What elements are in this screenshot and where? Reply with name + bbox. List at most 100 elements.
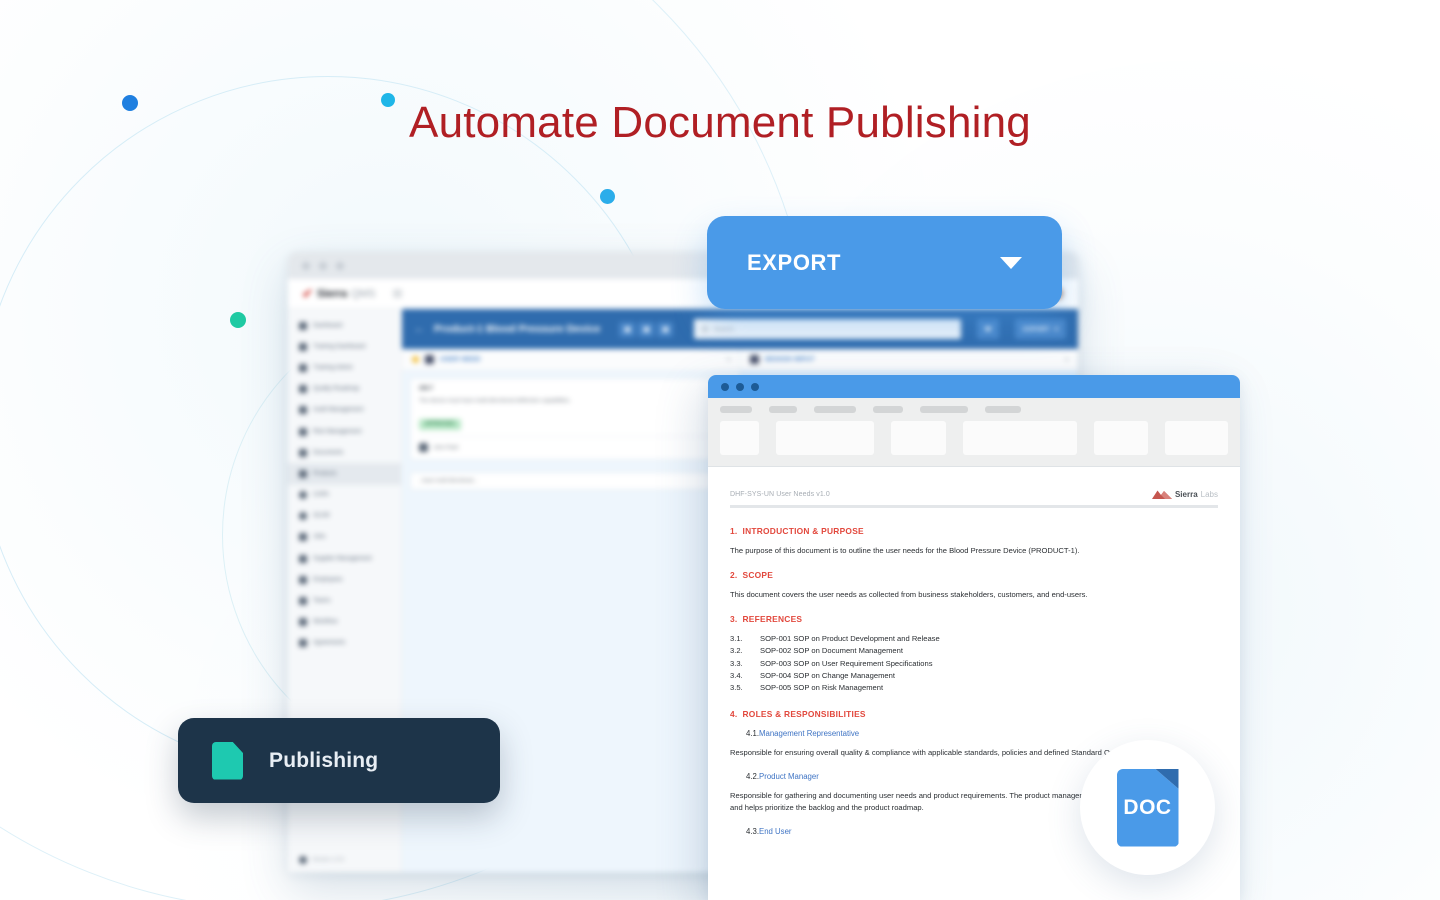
view-mode-toggle[interactable] bbox=[619, 321, 674, 337]
column-headers: USER NEED + DESIGN INPUT + bbox=[402, 349, 1078, 371]
ribbon-group[interactable] bbox=[720, 421, 760, 455]
reference-row: 3.3. SOP-003 SOP on User Requirement Spec… bbox=[730, 658, 1218, 670]
sidebar-item-scar[interactable]: SCAR bbox=[288, 506, 401, 527]
card-text: The device must have multi-directional d… bbox=[419, 398, 571, 404]
chevron-down-icon: ▾ bbox=[1054, 326, 1058, 333]
reference-row: 3.4. SOP-004 SOP on Change Management bbox=[730, 670, 1218, 682]
sidebar-item-risk-management[interactable]: Risk Management bbox=[288, 421, 401, 442]
back-arrow-icon[interactable]: ← bbox=[414, 323, 425, 335]
ribbon-tab[interactable] bbox=[814, 406, 856, 413]
sidebar-item-capa[interactable]: CAPA bbox=[288, 485, 401, 506]
avatar bbox=[419, 443, 428, 453]
add-icon[interactable]: + bbox=[726, 355, 731, 364]
minimize-icon[interactable] bbox=[319, 261, 327, 270]
sidebar-item-label: Training Dashboard bbox=[313, 343, 366, 350]
export-button[interactable]: EXPORT bbox=[707, 216, 1062, 309]
view-grid-icon[interactable] bbox=[619, 321, 636, 337]
ribbon-tab[interactable] bbox=[873, 406, 903, 413]
section-heading-1: 1. INTRODUCTION & PURPOSE bbox=[730, 526, 1218, 536]
sidebar-item-training-dashboard[interactable]: Training Dashboard bbox=[288, 336, 401, 357]
reference-row: 3.1. SOP-001 SOP on Product Development a… bbox=[730, 633, 1218, 645]
sidebar-item-employees[interactable]: Employees bbox=[288, 569, 401, 590]
sidebar-item-dashboard[interactable]: Dashboard bbox=[288, 315, 401, 336]
sidebar-item-products[interactable]: Products bbox=[288, 463, 401, 485]
document-window-titlebar bbox=[708, 375, 1240, 398]
sidebar-item-documents[interactable]: Documents bbox=[288, 442, 401, 463]
list-item[interactable]: ...have multi directional... bbox=[410, 472, 731, 491]
page-title: Automate Document Publishing bbox=[409, 98, 1031, 147]
ribbon-group[interactable] bbox=[962, 421, 1077, 455]
sidebar-item-label: Agreements bbox=[313, 640, 346, 647]
card[interactable]: UN-7 The device must have multi-directio… bbox=[410, 378, 731, 461]
ribbon-tab[interactable] bbox=[985, 406, 1021, 413]
check-icon: ✔ bbox=[302, 286, 313, 301]
user-need-rows: ...have multi directional... bbox=[410, 468, 731, 491]
subsection-number: 4.1. bbox=[746, 728, 760, 738]
ribbon-tab[interactable] bbox=[769, 406, 797, 413]
column-header-design-input[interactable]: DESIGN INPUT + bbox=[740, 349, 1078, 370]
doc-file-label: DOC bbox=[1123, 795, 1172, 819]
section-title: SCOPE bbox=[742, 569, 774, 580]
documents-icon bbox=[299, 448, 307, 457]
sidebar-item-audit-management[interactable]: Audit Management bbox=[288, 400, 401, 421]
publishing-label: Publishing bbox=[269, 748, 379, 772]
sidebar-item-quality-roadmap[interactable]: Quality Roadmap bbox=[288, 379, 401, 400]
minimize-icon[interactable] bbox=[736, 382, 744, 391]
subsection-number: 4.2. bbox=[746, 771, 760, 781]
paragraph-intro: The purpose of this document is to outli… bbox=[730, 545, 1080, 555]
ribbon-group[interactable] bbox=[1165, 421, 1228, 455]
sidebar-item-jobs[interactable]: Jobs bbox=[288, 527, 401, 548]
sidebar-item-label: Risk Management bbox=[313, 428, 362, 435]
view-list-icon[interactable] bbox=[638, 321, 655, 337]
section-number: 1. bbox=[730, 525, 738, 536]
dashboard-icon bbox=[299, 321, 307, 330]
search-input[interactable]: Search bbox=[694, 319, 961, 339]
sierralabs-logo: Sierra Labs bbox=[1151, 489, 1218, 500]
sidebar-item-training-admin[interactable]: Training Admin bbox=[288, 357, 401, 378]
agreements-icon bbox=[299, 639, 307, 648]
paragraph-scope: This document covers the user needs as c… bbox=[730, 589, 1088, 599]
column-label: USER NEED bbox=[440, 356, 481, 363]
reference-text: SOP-002 SOP on Document Management bbox=[760, 646, 903, 656]
brand-name: Sierra bbox=[316, 287, 347, 300]
ribbon-group[interactable] bbox=[776, 421, 875, 455]
add-icon[interactable]: + bbox=[1064, 355, 1069, 364]
close-icon[interactable] bbox=[302, 261, 310, 270]
scar-icon bbox=[299, 512, 307, 521]
publishing-badge[interactable]: Publishing bbox=[178, 718, 500, 803]
info-icon bbox=[299, 856, 307, 864]
close-icon[interactable] bbox=[721, 382, 729, 391]
jobs-icon bbox=[299, 533, 307, 542]
logo-suffix: Labs bbox=[1200, 490, 1218, 499]
sidebar-item-label: Quality Roadmap bbox=[313, 386, 360, 393]
ribbon-group[interactable] bbox=[1093, 421, 1149, 455]
chevron-down-icon[interactable] bbox=[1000, 256, 1022, 269]
subsection-title: End User bbox=[759, 827, 792, 837]
sidebar-footer: Version 1.0.0 bbox=[299, 856, 344, 864]
ribbon-tab[interactable] bbox=[720, 406, 752, 413]
column-header-user-need[interactable]: USER NEED + bbox=[402, 349, 740, 370]
sidebar-item-workflow[interactable]: Workflow bbox=[288, 612, 401, 633]
reference-number: 3.5. bbox=[730, 683, 743, 693]
sidebar-item-agreements[interactable]: Agreements bbox=[288, 633, 401, 654]
section-heading-2: 2. SCOPE bbox=[730, 570, 1218, 580]
filter-button[interactable] bbox=[977, 319, 999, 339]
hamburger-menu-icon[interactable] bbox=[393, 290, 403, 297]
sidebar-item-supplier-management[interactable]: Supplier Management bbox=[288, 548, 401, 569]
logo-name: Sierra bbox=[1174, 490, 1198, 499]
view-matrix-icon[interactable] bbox=[657, 321, 674, 337]
ribbon-tab[interactable] bbox=[920, 406, 968, 413]
reference-list: 3.1. SOP-001 SOP on Product Development a… bbox=[730, 633, 1218, 694]
sidebar-item-teams[interactable]: Teams bbox=[288, 590, 401, 611]
app-logo[interactable]: ✔ Sierra QMS bbox=[302, 286, 376, 301]
reference-row: 3.2. SOP-002 SOP on Document Management bbox=[730, 645, 1218, 657]
export-button-small[interactable]: EXPORT ▾ bbox=[1015, 319, 1066, 339]
status-badge: APPROVED bbox=[419, 418, 461, 430]
sidebar-version-label: Version 1.0.0 bbox=[312, 857, 345, 863]
maximize-icon[interactable] bbox=[751, 382, 759, 391]
maximize-icon[interactable] bbox=[336, 261, 344, 270]
reference-row: 3.5. SOP-005 SOP on Risk Management bbox=[730, 682, 1218, 694]
sidebar-item-label: Workflow bbox=[313, 619, 338, 626]
sidebar-item-label: Jobs bbox=[313, 534, 326, 541]
ribbon-group[interactable] bbox=[891, 421, 946, 455]
